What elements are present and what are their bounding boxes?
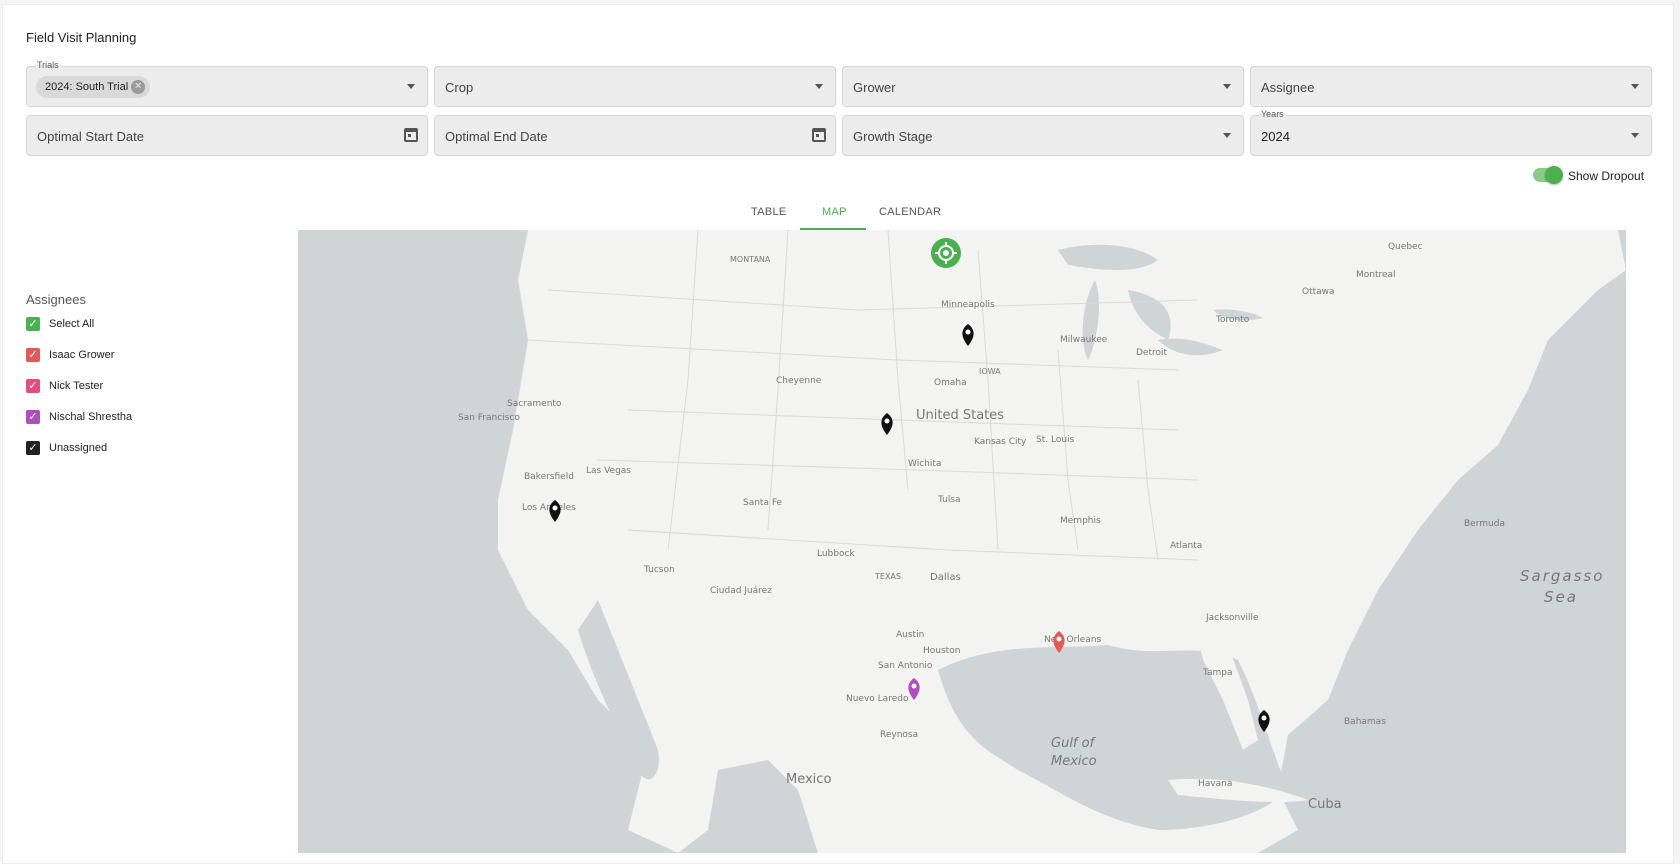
- legend-label: Unassigned: [49, 442, 108, 454]
- tab-calendar[interactable]: CALENDAR: [879, 206, 941, 218]
- optimal-end-date-input[interactable]: Optimal End Date: [434, 115, 836, 156]
- map-label-montreal: Montreal: [1356, 270, 1396, 280]
- map-label-reynosa: Reynosa: [880, 730, 918, 740]
- map-label-quebec: Quebec: [1388, 242, 1423, 252]
- trial-chip-label: 2024: South Trial: [45, 81, 129, 93]
- map-label-tulsa: Tulsa: [937, 495, 961, 505]
- map-label-us: United States: [916, 408, 1004, 423]
- map-label-sargasso-1: Sargasso: [1520, 567, 1604, 585]
- years-value: 2024: [1261, 129, 1290, 144]
- legend-title: Assignees: [26, 292, 86, 307]
- map-label-dallas: Dallas: [930, 572, 961, 583]
- map-label-memphis: Memphis: [1060, 516, 1101, 526]
- chevron-down-icon: [815, 84, 823, 89]
- growth-stage-select[interactable]: Growth Stage: [842, 115, 1244, 156]
- chevron-down-icon: [407, 84, 415, 89]
- optimal-start-placeholder: Optimal Start Date: [37, 129, 144, 144]
- tab-table[interactable]: TABLE: [751, 206, 787, 218]
- calendar-icon[interactable]: [812, 128, 826, 142]
- checkbox-checked-icon[interactable]: ✓: [26, 348, 40, 362]
- checkbox-checked-icon[interactable]: ✓: [26, 379, 40, 393]
- map-label-santa-fe: Santa Fe: [743, 498, 783, 508]
- map-label-jacksonville: Jacksonville: [1205, 613, 1259, 623]
- chevron-down-icon: [1223, 84, 1231, 89]
- chip-remove-icon[interactable]: ✕: [131, 80, 146, 94]
- map-label-st-louis: St. Louis: [1036, 435, 1075, 445]
- map-label-kansas-city: Kansas City: [974, 437, 1027, 447]
- map-label-cuba: Cuba: [1308, 797, 1342, 812]
- map-label-wichita: Wichita: [908, 459, 941, 469]
- calendar-icon[interactable]: [404, 128, 418, 142]
- trials-label: Trials: [35, 60, 61, 70]
- map-label-minneapolis: Minneapolis: [941, 300, 995, 310]
- checkbox-checked-icon[interactable]: ✓: [26, 410, 40, 424]
- map-label-sargasso-2: Sea: [1544, 588, 1578, 606]
- map-label-iowa: IOWA: [979, 367, 1001, 376]
- map-label-omaha: Omaha: [934, 378, 967, 388]
- grower-select[interactable]: Grower: [842, 66, 1244, 107]
- map-label-toronto: Toronto: [1215, 315, 1250, 325]
- map-label-texas: TEXAS: [874, 572, 901, 581]
- map-label-ciudad-juarez: Ciudad Juárez: [710, 586, 772, 596]
- map-label-nuevo-laredo: Nuevo Laredo: [846, 694, 909, 704]
- checkbox-checked-icon[interactable]: ✓: [26, 317, 40, 331]
- years-label: Years: [1259, 109, 1286, 119]
- page-title: Field Visit Planning: [26, 30, 137, 45]
- years-select[interactable]: Years 2024: [1250, 109, 1652, 156]
- optimal-end-placeholder: Optimal End Date: [445, 129, 548, 144]
- growth-stage-placeholder: Growth Stage: [853, 129, 933, 144]
- map-canvas[interactable]: United States Mexico Gulf of Mexico Cuba…: [298, 230, 1626, 853]
- map-label-bakersfield: Bakersfield: [524, 472, 574, 482]
- optimal-start-date-input[interactable]: Optimal Start Date: [26, 115, 428, 156]
- legend-label: Isaac Grower: [49, 349, 115, 361]
- assignee-placeholder: Assignee: [1261, 80, 1315, 95]
- map-label-ottawa: Ottawa: [1302, 287, 1335, 297]
- assignee-select[interactable]: Assignee: [1250, 66, 1652, 107]
- crop-select[interactable]: Crop: [434, 66, 836, 107]
- map-label-sacramento: Sacramento: [507, 399, 562, 409]
- trial-chip[interactable]: 2024: South Trial ✕: [36, 76, 151, 98]
- tab-map[interactable]: MAP: [822, 206, 847, 218]
- map-label-los-angeles: Los Angeles: [522, 503, 576, 513]
- legend-label: Select All: [49, 318, 95, 330]
- map-label-atlanta: Atlanta: [1170, 541, 1202, 551]
- map-label-austin: Austin: [896, 630, 924, 640]
- map-label-gulf-2: Mexico: [1051, 754, 1097, 769]
- chevron-down-icon: [1631, 133, 1639, 138]
- map-label-gulf-1: Gulf of: [1051, 736, 1097, 751]
- map-label-havana: Havana: [1198, 779, 1232, 789]
- checkbox-checked-icon[interactable]: ✓: [26, 441, 40, 455]
- trials-select[interactable]: Trials 2024: South Trial ✕: [26, 60, 428, 107]
- legend-label: Nischal Shrestha: [49, 411, 133, 423]
- toggle-knob: [1545, 166, 1563, 184]
- grower-placeholder: Grower: [853, 80, 896, 95]
- map-label-montana: MONTANA: [730, 255, 771, 264]
- map-label-san-francisco: San Francisco: [458, 413, 520, 423]
- map-label-cheyenne: Cheyenne: [776, 376, 822, 386]
- map-label-mexico: Mexico: [786, 772, 831, 787]
- map-label-las-vegas: Las Vegas: [586, 466, 631, 476]
- map-label-lubbock: Lubbock: [817, 549, 855, 559]
- locate-me-button[interactable]: [931, 238, 961, 268]
- map-label-san-antonio: San Antonio: [878, 661, 933, 671]
- show-dropout-toggle[interactable]: [1533, 166, 1563, 184]
- map-label-tampa: Tampa: [1202, 668, 1233, 678]
- map-label-bahamas: Bahamas: [1344, 717, 1386, 727]
- map-label-tucson: Tucson: [643, 565, 675, 575]
- map-label-new-orleans: New Orleans: [1044, 635, 1102, 645]
- map-label-bermuda: Bermuda: [1464, 519, 1505, 529]
- map-label-detroit: Detroit: [1136, 348, 1168, 358]
- chevron-down-icon: [1631, 84, 1639, 89]
- crop-placeholder: Crop: [445, 80, 474, 95]
- map-label-milwaukee: Milwaukee: [1060, 335, 1108, 345]
- chevron-down-icon: [1223, 133, 1231, 138]
- show-dropout-label: Show Dropout: [1568, 169, 1645, 183]
- map-view[interactable]: United States Mexico Gulf of Mexico Cuba…: [298, 230, 1626, 853]
- legend-label: Nick Tester: [49, 380, 104, 392]
- map-label-houston: Houston: [923, 646, 960, 656]
